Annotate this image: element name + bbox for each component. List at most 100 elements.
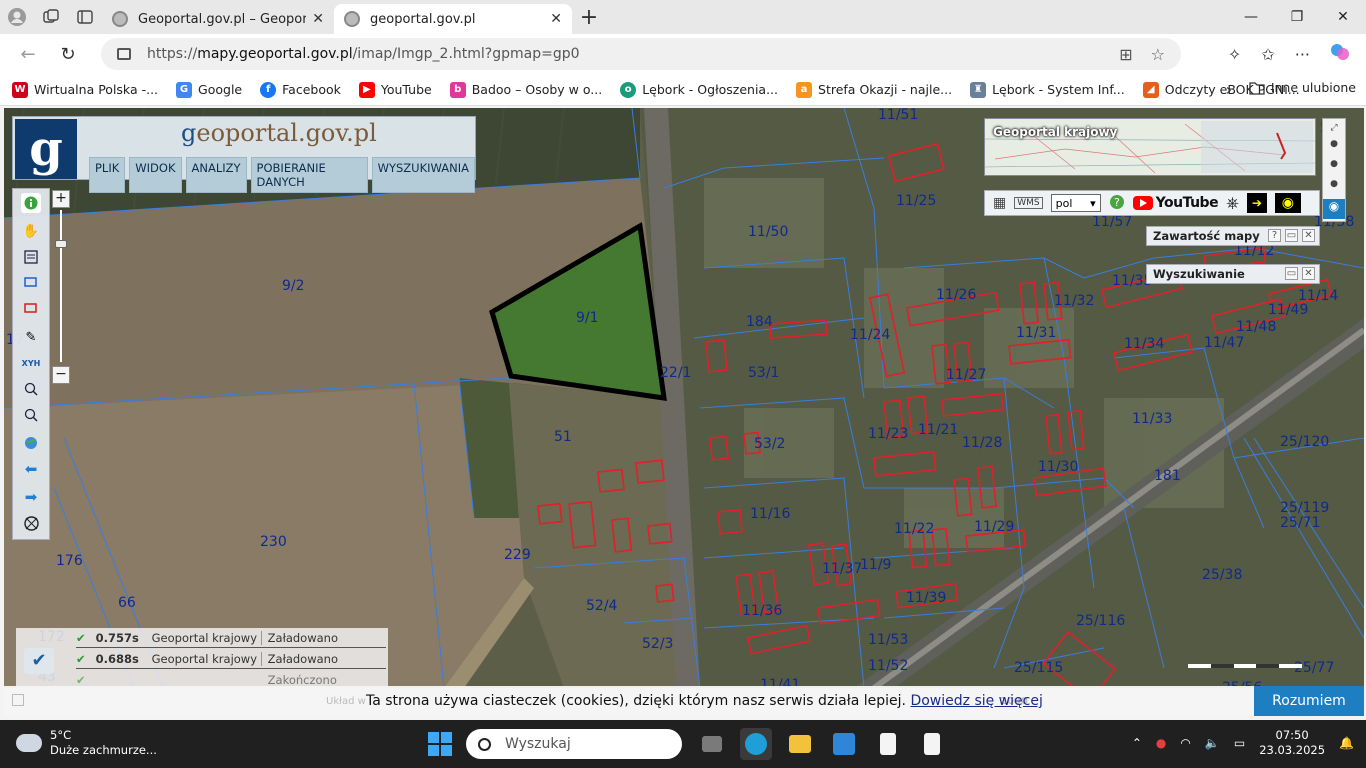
dot-icon[interactable]: ● [1323,139,1345,159]
close-icon[interactable]: ✕ [1302,267,1315,280]
zoom-out-magnifier-icon[interactable] [21,405,41,425]
restore-icon[interactable]: ❐ [1274,0,1320,34]
other-favorites[interactable]: Inne ulubione [1249,80,1356,95]
favorites-icon[interactable]: ✩ [1261,45,1274,64]
tab-close-icon[interactable]: ✕ [312,11,324,27]
maximize-icon[interactable]: ▭ [1285,229,1298,242]
language-select[interactable]: pol ▾ [1050,194,1101,212]
parcel-label: 11/33 [1132,411,1172,427]
chevron-right-icon[interactable]: › [1226,80,1232,99]
close-window-icon[interactable]: ✕ [1320,0,1366,34]
tab-geoportal-infra[interactable]: Geoportal.gov.pl – Geoportal Infra ✕ [102,4,334,34]
minimize-icon[interactable]: — [1228,0,1274,34]
help-wheel-icon[interactable] [21,513,41,533]
info-icon[interactable] [21,193,41,213]
cookie-learn-more-link[interactable]: Dowiedz się więcej [910,693,1042,709]
cookie-accept-button[interactable]: Rozumiem [1254,686,1364,716]
menu-widok[interactable]: WIDOK [129,157,182,193]
eye-icon[interactable]: ◉ [1323,199,1345,219]
fav-facebook[interactable]: f Facebook [260,81,341,98]
document-icon[interactable] [872,728,904,760]
app-available-icon[interactable]: ⊞ [1119,45,1132,64]
battery-icon[interactable]: ▭ [1234,736,1245,750]
geoportal-logo[interactable]: g [15,119,77,179]
copilot-icon[interactable] [1330,42,1350,66]
expand-icon[interactable]: ⤢ [1323,119,1345,139]
security-alert-icon[interactable]: ● [1156,736,1166,750]
clock[interactable]: 07:50 23.03.2025 [1259,728,1325,758]
profile-icon[interactable] [0,0,34,34]
menu-wyszukiwania[interactable]: WYSZUKIWANIA [371,157,475,193]
previous-view-arrow-icon[interactable]: ⬅ [21,459,41,479]
workspaces-icon[interactable] [34,0,68,34]
fav-google[interactable]: G Google [176,81,242,98]
reload-icon[interactable]: ↻ [48,34,88,74]
weather-widget[interactable]: 5°C Duże zachmurze... [12,728,157,758]
help-icon[interactable]: ? [1109,194,1125,213]
notifications-icon[interactable]: 🔔 [1339,736,1354,750]
menu-pobieranie-danych[interactable]: POBIERANIE DANYCH [250,157,368,193]
close-icon[interactable]: ✕ [1302,229,1315,242]
parcel-label: 52/3 [642,636,673,652]
new-tab-icon[interactable]: + [572,5,606,30]
document-icon[interactable] [916,728,948,760]
url-field[interactable]: https://mapy.geoportal.gov.pl/imap/Imgp_… [101,38,1181,70]
back-arrow-icon[interactable]: ← [8,34,48,74]
select-features-icon[interactable] [21,299,41,319]
legend-icon[interactable] [21,247,41,267]
edge-browser-icon[interactable] [740,728,772,760]
arrow-right-icon[interactable]: ➔ [1246,193,1267,213]
menu-plik[interactable]: PLIK [89,157,126,193]
fav-wirtualna-polska[interactable]: W Wirtualna Polska -... [12,81,158,98]
fav-badoo[interactable]: b Badoo – Osoby w o... [449,81,602,98]
wifi-icon[interactable]: ◠ [1180,736,1190,750]
draw-pencil-icon[interactable]: ✎ [21,327,41,347]
xyh-coordinates-icon[interactable]: XYH [21,353,41,373]
url-domain: mapy.geoportal.gov.pl [197,46,353,62]
chevron-up-icon[interactable]: ⌃ [1132,736,1142,750]
menu-analizy[interactable]: ANALIZY [185,157,247,193]
select-area-icon[interactable] [21,273,41,293]
tab-close-icon[interactable]: ✕ [550,11,562,27]
zoom-handle[interactable] [55,240,67,248]
windows-start-icon[interactable] [428,732,452,756]
parcel-label: 53/1 [748,365,779,381]
fav-lebork-system[interactable]: ♜ Lębork - System Inf... [970,81,1125,98]
favorite-star-icon[interactable]: ☆ [1151,45,1165,64]
fav-youtube[interactable]: ▶ YouTube [358,81,432,98]
pan-hand-icon[interactable]: ✋ [21,221,41,241]
tab-actions-icon[interactable] [68,0,102,34]
eye-accessibility-icon[interactable]: ◉ [1274,193,1301,213]
wms-icon[interactable]: WMS [1014,197,1043,209]
task-view-icon[interactable] [696,728,728,760]
zoom-out-button[interactable]: − [52,366,70,384]
next-view-arrow-icon[interactable]: ➡ [21,487,41,507]
help-icon[interactable]: ? [1268,229,1281,242]
checkmark-icon[interactable]: ✔ [24,648,54,674]
fav-lebork-ogloszenia[interactable]: o Lębork - Ogłoszenia... [620,81,778,98]
taskbar-search[interactable]: Wyszukaj [466,729,682,759]
dot-icon[interactable]: ● [1323,159,1345,179]
map-viewport[interactable]: 11/51 11/25 11/50 9/2 9/1 184 22/1 53/1 … [4,108,1364,688]
parcel-label: 11/25 [896,193,936,209]
zoom-in-button[interactable]: + [52,190,70,208]
extensions-icon[interactable]: ✧ [1228,45,1241,64]
map-contents-panel[interactable]: Zawartość mapy ? ▭ ✕ [1146,226,1320,246]
grid-icon[interactable]: ▦ [993,195,1006,211]
maximize-icon[interactable]: ▭ [1285,267,1298,280]
zoom-track[interactable] [60,210,62,362]
more-menu-icon[interactable]: ··· [1295,45,1310,64]
tab-geoportal[interactable]: geoportal.gov.pl ✕ [334,4,572,34]
dot-icon[interactable]: ● [1323,179,1345,199]
microsoft-store-icon[interactable] [828,728,860,760]
search-panel[interactable]: Wyszukiwanie ▭ ✕ [1146,264,1320,284]
volume-icon[interactable]: 🔈 [1205,736,1220,750]
olx-icon: o [620,81,637,98]
file-explorer-icon[interactable] [784,728,816,760]
wheel-icon[interactable]: ⎈ [1226,193,1239,213]
overview-map[interactable]: Geoportal krajowy [984,118,1316,176]
full-extent-globe-icon[interactable] [21,433,41,453]
fav-strefa-okazji[interactable]: a Strefa Okazji - najle... [796,81,952,98]
youtube-link[interactable]: YouTube [1132,195,1219,211]
zoom-in-magnifier-icon[interactable] [21,379,41,399]
